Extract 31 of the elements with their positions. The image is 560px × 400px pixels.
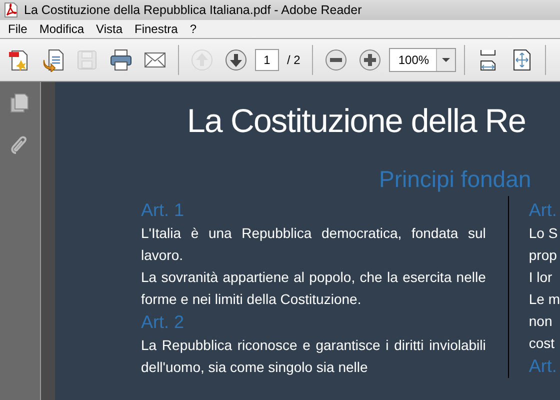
article-heading: Art. <box>528 355 558 378</box>
menu-item[interactable]: ? <box>184 22 203 36</box>
printer-icon <box>109 48 133 72</box>
zoom-field[interactable]: 100% <box>389 48 456 72</box>
document-subtitle: Principi fondan <box>378 165 532 194</box>
article-heading: Art. <box>528 199 558 222</box>
document-arrow-icon <box>41 48 65 72</box>
minus-icon <box>324 48 348 72</box>
caret-icon <box>442 58 450 62</box>
pages-icon[interactable] <box>9 92 31 114</box>
document-title: La Costituzione della Re <box>186 101 527 141</box>
article-heading: Art. 1 <box>141 199 186 222</box>
page-number-field[interactable]: 1 <box>255 49 279 71</box>
menu-item[interactable]: Vista <box>90 22 128 36</box>
page-total: / 2 <box>286 53 302 67</box>
text-line: I lor <box>528 268 554 287</box>
text-line: non <box>528 312 554 331</box>
menu-item[interactable]: Modifica <box>33 22 90 36</box>
plus-icon <box>358 48 382 72</box>
text-line: cost <box>528 334 556 353</box>
text-line: Lo S <box>528 224 559 243</box>
article-paragraph: La Repubblica riconosce e garantisce i diritti inviolabili dell'uomo, sia come singolo sia nelle <box>141 336 486 377</box>
article-paragraph: L'Italia è una Repubblica democratica, fondata sul lavoro. <box>141 224 486 265</box>
text-line: Le m <box>528 290 560 309</box>
window-title: La Costituzione della Repubblica Italiana.pdf - Adobe Reader <box>24 3 362 17</box>
menu-item[interactable]: Finestra <box>128 22 184 36</box>
article-heading: Art. 2 <box>141 311 186 334</box>
article-paragraph: La sovranità appartiene al popolo, che la esercita nelle forme e nei limiti della Costituzione. <box>141 268 486 309</box>
text-line: prop <box>528 246 558 265</box>
menu-item[interactable]: File <box>2 22 34 36</box>
pdf-file-icon <box>4 2 18 18</box>
